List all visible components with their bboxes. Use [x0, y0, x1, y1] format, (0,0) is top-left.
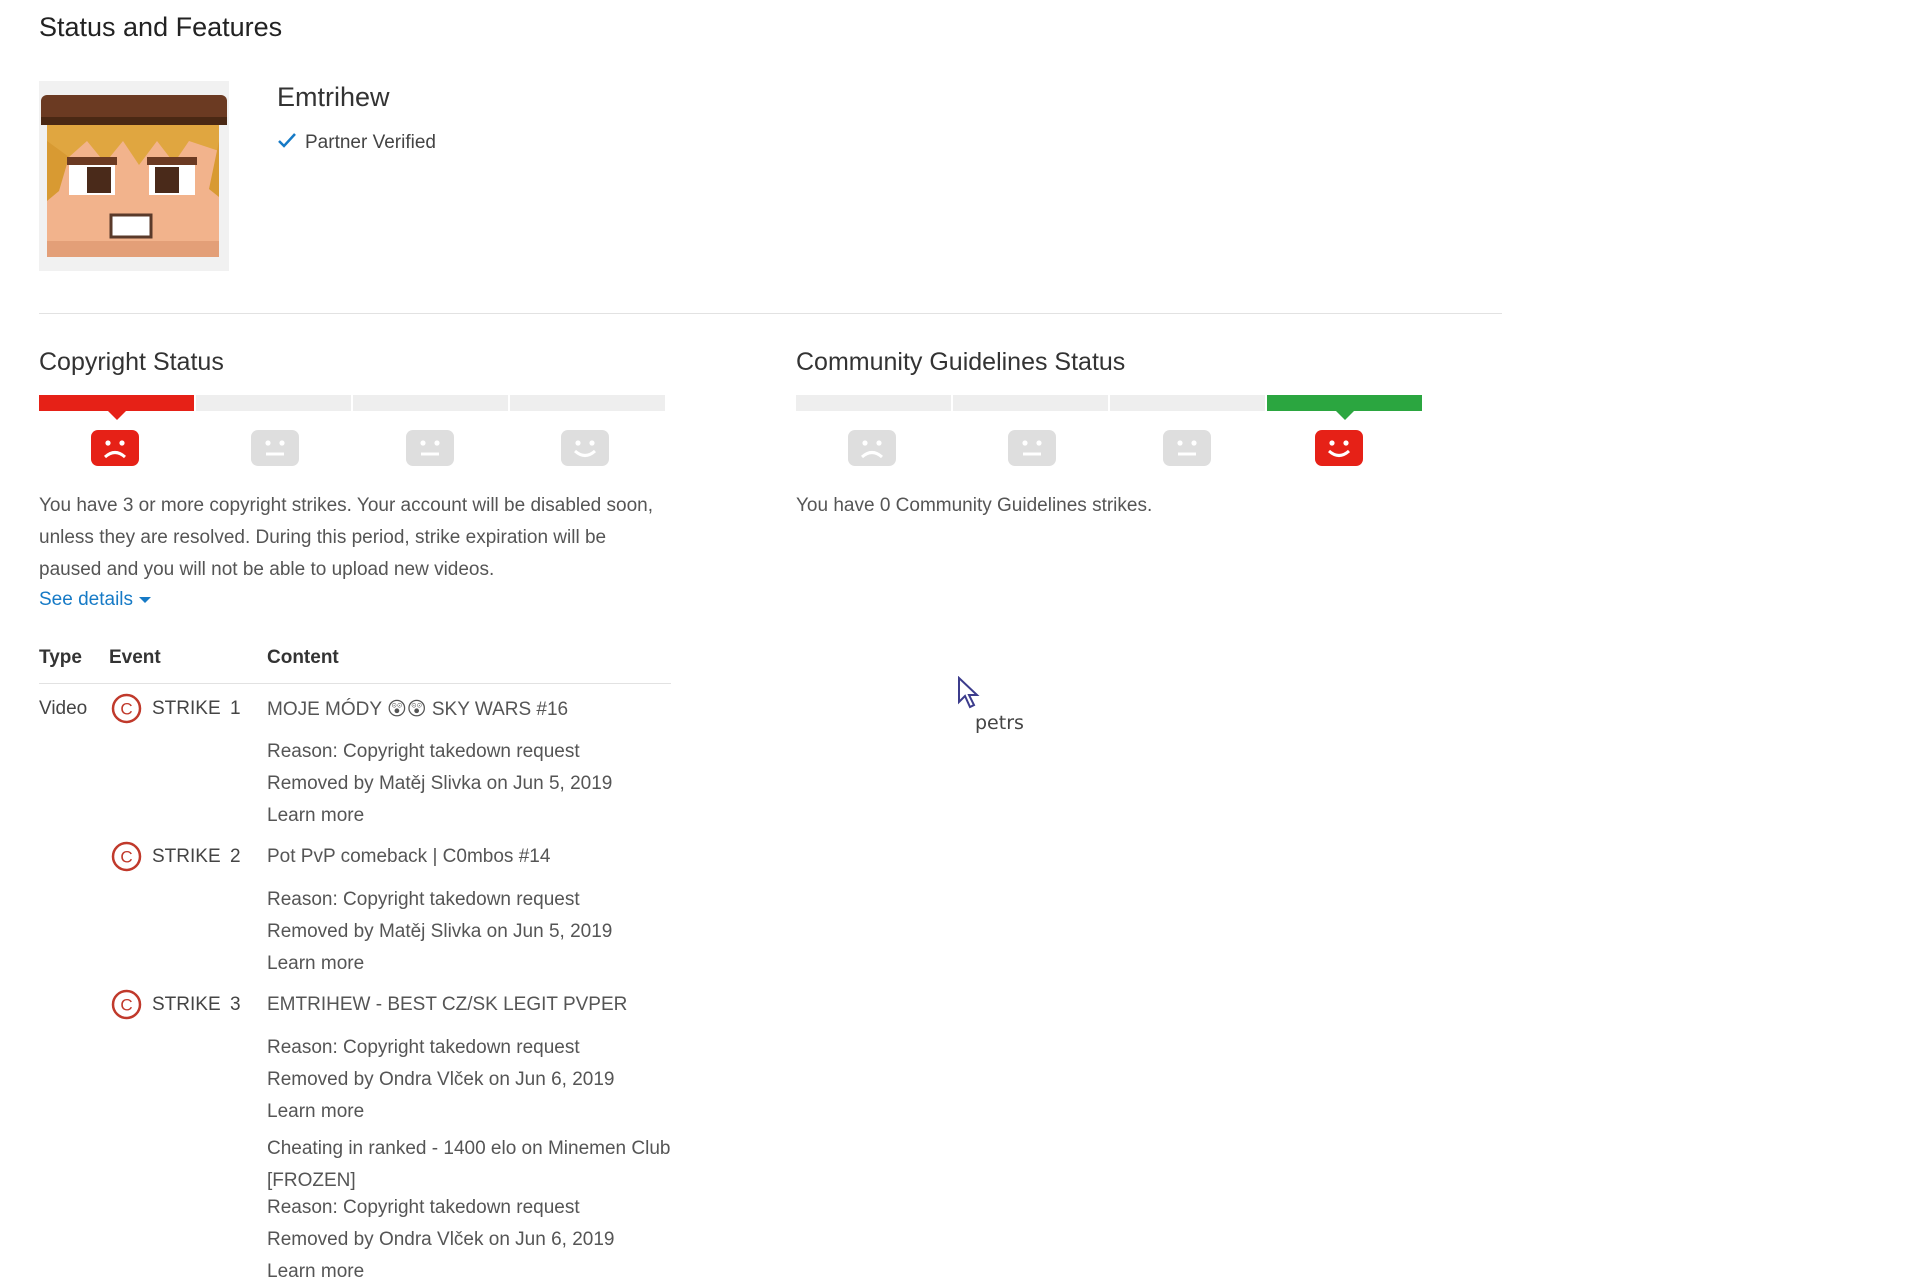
neutral-face-icon — [406, 430, 454, 466]
strike-removed-by: Removed by Ondra Vlček on Jun 6, 2019 — [267, 1229, 615, 1250]
copyright-icon: C — [111, 841, 142, 872]
learn-more-link[interactable]: Learn more — [267, 1101, 364, 1123]
avatar — [39, 81, 229, 271]
table-header-divider — [39, 683, 671, 684]
column-header-content: Content — [267, 647, 339, 668]
strike-label: STRIKE — [152, 994, 221, 1015]
community-strike-segment-3 — [1110, 395, 1265, 411]
strike-removed-by: Removed by Ondra Vlček on Jun 6, 2019 — [267, 1069, 615, 1090]
happy-face-icon — [561, 430, 609, 466]
neutral-face-icon — [1163, 430, 1211, 466]
strike-reason: Reason: Copyright takedown request — [267, 1037, 580, 1058]
copyright-strike-segment-4 — [510, 395, 665, 411]
video-title-link[interactable]: Cheating in ranked - 1400 elo on Minemen… — [267, 1133, 677, 1197]
cursor-label: petrs — [975, 712, 1024, 734]
sad-face-icon — [91, 430, 139, 466]
neutral-face-icon — [251, 430, 299, 466]
strike-reason: Reason: Copyright takedown request — [267, 889, 580, 910]
strike-label: STRIKE — [152, 846, 221, 867]
community-strike-segment-1 — [796, 395, 951, 411]
strike-label: STRIKE — [152, 698, 221, 719]
video-title-link[interactable]: MOJE MÓDY 😲😲 SKY WARS #16 — [267, 698, 568, 721]
community-strike-segment-4 — [1267, 395, 1422, 420]
strike-removed-by: Removed by Matěj Slivka on Jun 5, 2019 — [267, 921, 613, 942]
strike-reason: Reason: Copyright takedown request — [267, 741, 580, 762]
community-strike-bar — [796, 395, 1422, 420]
column-header-type: Type — [39, 647, 82, 668]
learn-more-link[interactable]: Learn more — [267, 953, 364, 975]
happy-face-icon — [1315, 430, 1363, 466]
video-title-link[interactable]: EMTRIHEW - BEST CZ/SK LEGIT PVPER — [267, 994, 627, 1016]
strike-reason: Reason: Copyright takedown request — [267, 1197, 580, 1218]
learn-more-link[interactable]: Learn more — [267, 805, 364, 827]
community-guidelines-status-title: Community Guidelines Status — [796, 348, 1126, 376]
copyright-strike-bar — [39, 395, 665, 420]
copyright-status-title: Copyright Status — [39, 348, 224, 376]
copyright-strike-segment-2 — [196, 395, 351, 411]
copyright-strike-segment-1 — [39, 395, 194, 420]
see-details-label[interactable]: See details — [39, 589, 133, 611]
column-header-event: Event — [109, 647, 161, 668]
checkmark-icon — [277, 131, 297, 155]
strike-number: 2 — [230, 846, 241, 867]
channel-name: Emtrihew — [277, 82, 390, 112]
partner-verified-badge: Partner Verified — [277, 131, 436, 155]
mouse-cursor-icon — [958, 676, 980, 709]
video-title-link[interactable]: Pot PvP comeback | C0mbos #14 — [267, 846, 550, 868]
strike-number: 3 — [230, 994, 241, 1015]
learn-more-link[interactable]: Learn more — [267, 1261, 364, 1280]
sad-face-icon — [848, 430, 896, 466]
svg-text:C: C — [120, 700, 132, 719]
svg-text:C: C — [120, 996, 132, 1015]
copyright-icon: C — [111, 989, 142, 1020]
svg-text:C: C — [120, 848, 132, 867]
copyright-strike-segment-3 — [353, 395, 508, 411]
neutral-face-icon — [1008, 430, 1056, 466]
section-divider — [39, 313, 1502, 314]
verified-label: Partner Verified — [305, 132, 436, 153]
strike-removed-by: Removed by Matěj Slivka on Jun 5, 2019 — [267, 773, 613, 794]
copyright-status-message: You have 3 or more copyright strikes. Yo… — [39, 495, 653, 580]
copyright-icon: C — [111, 693, 142, 724]
see-details-link[interactable]: See details — [39, 589, 152, 611]
strike-number: 1 — [230, 698, 241, 719]
community-guidelines-message: You have 0 Community Guidelines strikes. — [796, 495, 1153, 516]
caret-down-icon — [139, 597, 152, 603]
community-strike-segment-2 — [953, 395, 1108, 411]
row-type: Video — [39, 698, 88, 719]
page-title: Status and Features — [39, 12, 283, 42]
